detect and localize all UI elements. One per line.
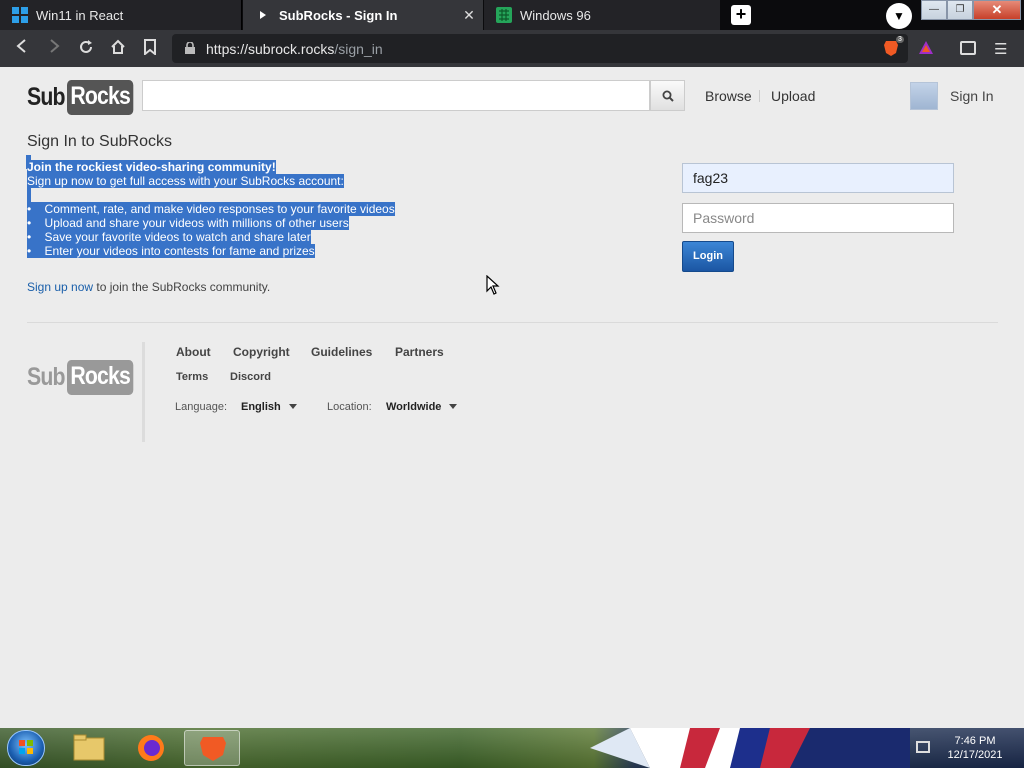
sign-in-link[interactable]: Sign In: [950, 88, 994, 104]
url-host: https://subrock.rocks: [206, 41, 335, 57]
tab-title: SubRocks - Sign In: [279, 7, 398, 23]
browser-tab-strip: Win11 in React SubRocks - Sign In ✕ Wind…: [0, 0, 1024, 30]
windows96-logo-icon: [496, 7, 512, 23]
footer-link-guidelines[interactable]: Guidelines: [311, 345, 372, 359]
footer-link-about[interactable]: About: [176, 345, 211, 359]
tab-subrocks-sign-in[interactable]: SubRocks - Sign In ✕: [243, 0, 483, 30]
list-bullet: •: [27, 230, 32, 244]
wallet-icon[interactable]: [960, 41, 976, 55]
signup-promo: Join the rockiest video-sharing communit…: [26, 155, 427, 258]
sign-up-now-link[interactable]: Sign up now: [27, 280, 93, 294]
logo-sub-text: Sub: [27, 362, 65, 391]
play-icon: [260, 11, 266, 19]
taskbar: 7:46 PM 12/17/2021: [0, 728, 1024, 768]
avatar[interactable]: [910, 82, 938, 110]
browser-toolbar: https://subrock.rocks/sign_in 3 ☰: [0, 30, 1024, 67]
network-icon[interactable]: [916, 741, 930, 753]
list-item: Enter your videos into contests for fame…: [44, 244, 315, 258]
shields-count-badge: 3: [896, 36, 904, 43]
lock-icon: [185, 42, 195, 54]
mouse-cursor-icon: [486, 275, 500, 295]
close-icon[interactable]: ✕: [461, 7, 477, 23]
tab-windows-96[interactable]: Windows 96: [484, 0, 720, 30]
brave-rewards-icon[interactable]: [918, 40, 934, 56]
promo-heading: Join the rockiest video-sharing communit…: [27, 160, 276, 174]
selection-gap: [27, 188, 31, 202]
footer-logo[interactable]: Sub Rocks: [27, 357, 145, 397]
window-controls: — ❐ ✕: [921, 0, 1021, 20]
language-label: Language:: [175, 401, 227, 413]
nav-divider: [759, 90, 760, 102]
logo-sub-text: Sub: [27, 82, 65, 111]
clock-date: 12/17/2021: [947, 749, 1003, 761]
location-label: Location:: [327, 401, 372, 413]
footer-link-partners[interactable]: Partners: [395, 345, 444, 359]
login-button[interactable]: Login: [682, 241, 734, 272]
close-window-button[interactable]: ✕: [973, 0, 1021, 20]
windows-logo-icon: [19, 740, 33, 754]
url-path: /sign_in: [334, 41, 383, 57]
site-logo[interactable]: Sub Rocks: [27, 77, 145, 117]
menu-icon[interactable]: ☰: [994, 40, 1007, 58]
home-icon[interactable]: [109, 39, 127, 57]
tab-win11-in-react[interactable]: Win11 in React: [0, 0, 242, 30]
footer-link-copyright[interactable]: Copyright: [233, 345, 290, 359]
footer-link-terms[interactable]: Terms: [176, 371, 208, 383]
promo-subheading: Sign up now to get full access with your…: [27, 174, 344, 188]
search-button[interactable]: [650, 80, 685, 111]
address-bar[interactable]: https://subrock.rocks/sign_in 3: [172, 34, 933, 63]
firefox-icon: [138, 735, 164, 761]
chevron-down-icon[interactable]: [289, 404, 297, 409]
windows-logo-icon: [12, 7, 28, 23]
username-field[interactable]: fag23: [682, 163, 954, 193]
taskbar-brave[interactable]: [184, 730, 240, 766]
footer-link-discord[interactable]: Discord: [230, 371, 271, 383]
reload-icon[interactable]: [77, 39, 95, 57]
upload-link[interactable]: Upload: [771, 88, 815, 104]
list-bullet: •: [27, 202, 32, 216]
taskbar-firefox[interactable]: [123, 730, 179, 766]
password-field[interactable]: Password: [682, 203, 954, 233]
footer-divider: [142, 342, 145, 442]
search-input[interactable]: [142, 80, 650, 111]
browse-link[interactable]: Browse: [705, 88, 752, 104]
minimize-button[interactable]: —: [921, 0, 947, 20]
location-select[interactable]: Worldwide: [386, 401, 441, 413]
brave-icon: [200, 737, 226, 761]
content-divider: [27, 322, 998, 323]
search-icon: [662, 90, 674, 102]
download-icon[interactable]: ▼: [886, 3, 912, 29]
back-icon[interactable]: [13, 39, 31, 57]
new-tab-button[interactable]: +: [731, 5, 751, 25]
clock-time: 7:46 PM: [954, 735, 996, 747]
logo-rocks-text: Rocks: [67, 79, 134, 115]
signup-line-text: to join the SubRocks community.: [93, 280, 271, 294]
tab-title: Windows 96: [520, 7, 591, 23]
forward-icon[interactable]: [45, 39, 63, 57]
page-title: Sign In to SubRocks: [27, 133, 172, 150]
list-bullet: •: [27, 244, 32, 258]
taskbar-clock[interactable]: 7:46 PM 12/17/2021: [940, 734, 1010, 762]
taskbar-explorer[interactable]: [62, 730, 118, 766]
wallpaper-art: [590, 728, 910, 768]
list-item: Comment, rate, and make video responses …: [44, 202, 395, 216]
bookmark-icon[interactable]: [141, 39, 159, 57]
signup-line: Sign up now to join the SubRocks communi…: [27, 280, 270, 294]
logo-rocks-text: Rocks: [67, 359, 134, 395]
language-select[interactable]: English: [241, 401, 281, 413]
list-item: Upload and share your videos with millio…: [44, 216, 349, 230]
chevron-down-icon[interactable]: [449, 404, 457, 409]
start-button[interactable]: [7, 730, 45, 766]
page-content: Sub Rocks Browse Upload Sign In Sign In …: [0, 67, 1024, 728]
url-text: https://subrock.rocks/sign_in: [206, 41, 383, 57]
maximize-button[interactable]: ❐: [947, 0, 973, 20]
list-bullet: •: [27, 216, 32, 230]
selection-caret: [26, 155, 27, 169]
list-item: Save your favorite videos to watch and s…: [44, 230, 311, 244]
folder-icon: [73, 734, 105, 761]
tab-title: Win11 in React: [36, 7, 124, 23]
